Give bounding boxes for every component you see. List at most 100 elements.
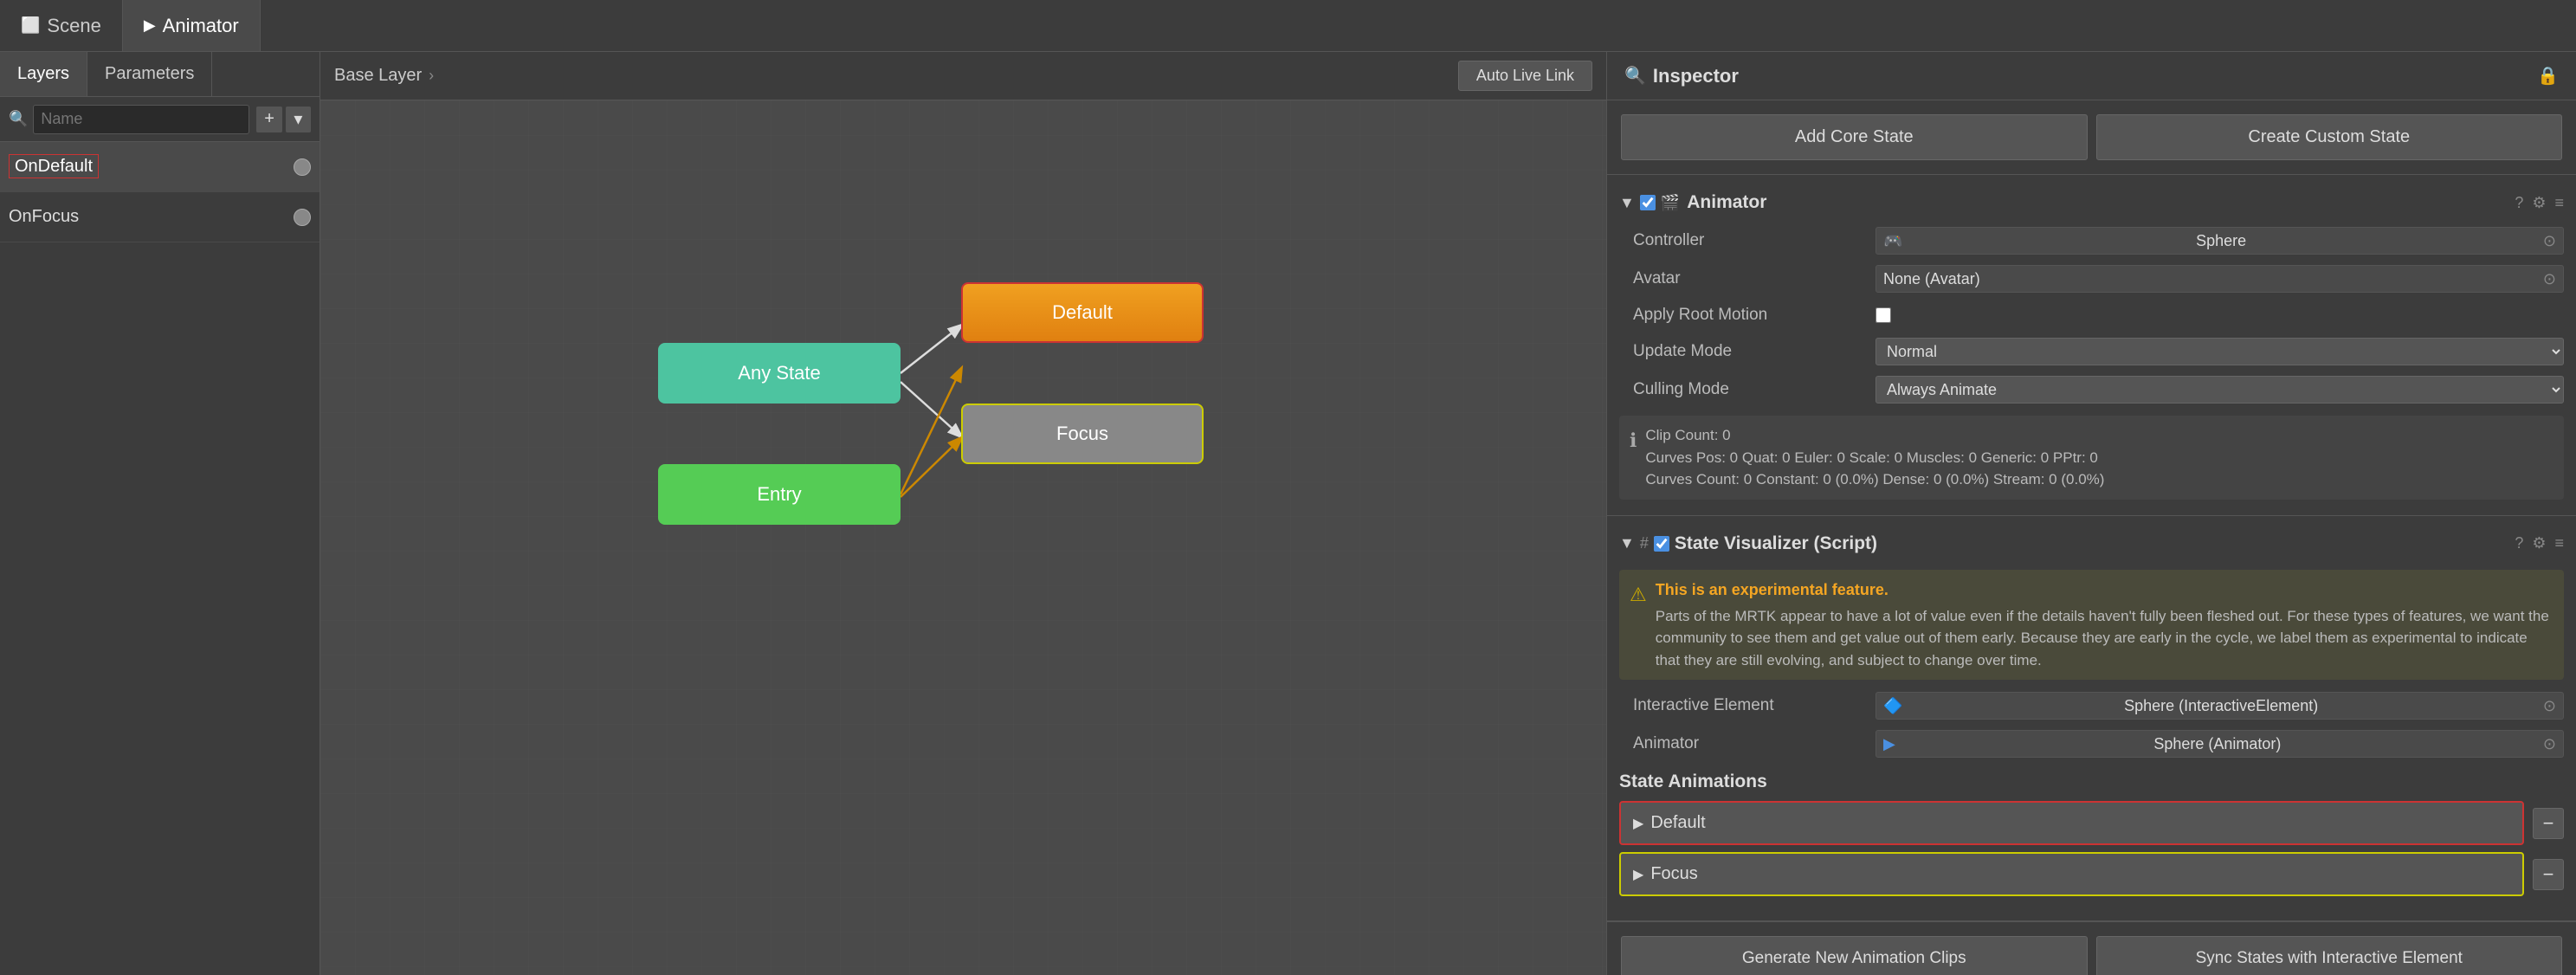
- settings-icon: ⚙: [2532, 194, 2546, 212]
- apply-root-motion-prop: Apply Root Motion: [1607, 298, 2576, 333]
- inspector-title: Inspector: [1653, 65, 1739, 87]
- center-panel: Base Layer › Auto Live Link: [320, 52, 1606, 975]
- controller-prop: Controller 🎮 Sphere ⊙: [1607, 222, 2576, 260]
- sv-more-icon: ≡: [2554, 534, 2564, 552]
- state-visualizer-component-name: State Visualizer (Script): [1675, 533, 2515, 554]
- sv-animator-prop: Animator ▶ Sphere (Animator) ⊙: [1607, 725, 2576, 763]
- state-visualizer-section: ▼ # State Visualizer (Script) ? ⚙ ≡ ⚠ Th…: [1607, 516, 2576, 922]
- culling-mode-prop: Culling Mode Always Animate: [1607, 371, 2576, 409]
- update-mode-prop: Update Mode Normal: [1607, 333, 2576, 371]
- sv-settings-icon: ⚙: [2532, 534, 2546, 552]
- info-line3: Curves Count: 0 Constant: 0 (0.0%) Dense…: [1645, 468, 2104, 491]
- info-line2: Curves Pos: 0 Quat: 0 Euler: 0 Scale: 0 …: [1645, 447, 2104, 469]
- sync-states-button[interactable]: Sync States with Interactive Element: [2096, 936, 2563, 975]
- controller-icon: 🎮: [1883, 232, 1902, 250]
- default-expand-arrow: ▶: [1633, 815, 1643, 832]
- tab-animator[interactable]: ▶ Animator: [123, 0, 261, 51]
- default-anim-label: Default: [1650, 813, 1705, 833]
- state-visualizer-header[interactable]: ▼ # State Visualizer (Script) ? ⚙ ≡: [1607, 525, 2576, 563]
- add-core-state-button[interactable]: Add Core State: [1621, 114, 2088, 160]
- controller-link-icon: ⊙: [2543, 232, 2556, 250]
- animator-section: ▼ 🎬 Animator ? ⚙ ≡ Controller 🎮 Sphere: [1607, 175, 2576, 516]
- auto-live-link-button[interactable]: Auto Live Link: [1458, 61, 1592, 91]
- experimental-title: This is an experimental feature.: [1656, 578, 2553, 602]
- tab-scene-label: Scene: [47, 15, 100, 37]
- node-any-state[interactable]: Any State: [658, 343, 901, 404]
- search-bar: 🔍 + ▾: [0, 97, 320, 142]
- node-focus-label: Focus: [1056, 423, 1108, 445]
- sv-animator-field[interactable]: ▶ Sphere (Animator) ⊙: [1876, 730, 2564, 758]
- ie-name: Sphere (InteractiveElement): [2124, 697, 2318, 715]
- experimental-content: This is an experimental feature. Parts o…: [1656, 578, 2553, 672]
- animator-info-box: ℹ Clip Count: 0 Curves Pos: 0 Quat: 0 Eu…: [1619, 416, 2564, 500]
- options-button[interactable]: ▾: [286, 107, 311, 132]
- remove-focus-button[interactable]: −: [2533, 859, 2564, 890]
- update-mode-value: Normal: [1876, 338, 2564, 365]
- generate-clips-button[interactable]: Generate New Animation Clips: [1621, 936, 2088, 975]
- layers-tab-label: Layers: [17, 64, 69, 84]
- focus-anim-label: Focus: [1650, 864, 1697, 884]
- node-any-state-label: Any State: [738, 362, 820, 384]
- interactive-element-field[interactable]: 🔷 Sphere (InteractiveElement) ⊙: [1876, 692, 2564, 720]
- animator-component-name: Animator: [1687, 192, 2515, 213]
- add-layer-button[interactable]: +: [256, 107, 281, 132]
- avatar-name: None (Avatar): [1883, 270, 1980, 288]
- layer-item-onfocus[interactable]: OnFocus: [0, 192, 320, 242]
- node-entry-label: Entry: [757, 483, 801, 506]
- animator-component-icon: 🎬: [1661, 194, 1680, 212]
- lock-icon: 🔒: [2537, 65, 2559, 87]
- state-animations-label: State Animations: [1619, 772, 2564, 792]
- breadcrumb: Base Layer: [334, 66, 422, 86]
- node-default[interactable]: Default: [961, 282, 1204, 343]
- culling-mode-select[interactable]: Always Animate: [1876, 376, 2564, 404]
- search-input[interactable]: [33, 105, 249, 134]
- state-visualizer-enabled-checkbox[interactable]: [1654, 536, 1669, 552]
- layer-ondefault-weight: [294, 158, 311, 176]
- tab-scene[interactable]: ⬜ Scene: [0, 0, 123, 51]
- animator-menu-icons: ? ⚙ ≡: [2515, 194, 2564, 212]
- controller-field[interactable]: 🎮 Sphere ⊙: [1876, 227, 2564, 255]
- more-icon: ≡: [2554, 194, 2564, 212]
- tab-animator-label: Animator: [163, 15, 239, 37]
- focus-expand-arrow: ▶: [1633, 866, 1643, 883]
- layer-item-ondefault[interactable]: OnDefault: [0, 142, 320, 192]
- interactive-element-value: 🔷 Sphere (InteractiveElement) ⊙: [1876, 692, 2564, 720]
- update-mode-label: Update Mode: [1633, 342, 1876, 361]
- experimental-text: Parts of the MRTK appear to have a lot o…: [1656, 605, 2553, 672]
- layer-onfocus-weight: [294, 209, 311, 226]
- state-anim-row-focus: ▶ Focus −: [1619, 852, 2564, 896]
- inspector-icon: 🔍: [1624, 65, 1646, 87]
- animator-enabled-checkbox[interactable]: [1640, 195, 1656, 210]
- left-panel-tabs: Layers Parameters: [0, 52, 320, 97]
- layers-tab[interactable]: Layers: [0, 52, 87, 96]
- state-anim-default[interactable]: ▶ Default: [1619, 801, 2524, 845]
- ie-link-icon: ⊙: [2543, 697, 2556, 715]
- animator-collapse-arrow: ▼: [1619, 194, 1635, 212]
- apply-root-motion-checkbox[interactable]: [1876, 307, 1891, 323]
- remove-default-button[interactable]: −: [2533, 808, 2564, 839]
- info-line1: Clip Count: 0: [1645, 424, 2104, 447]
- help-icon: ?: [2515, 194, 2523, 212]
- node-focus[interactable]: Focus: [961, 404, 1204, 464]
- controller-name: Sphere: [2196, 232, 2246, 250]
- create-custom-state-button[interactable]: Create Custom State: [2096, 114, 2563, 160]
- state-animations-section: State Animations ▶ Default − ▶ Focus −: [1607, 763, 2576, 912]
- avatar-field[interactable]: None (Avatar) ⊙: [1876, 265, 2564, 293]
- animator-header[interactable]: ▼ 🎬 Animator ? ⚙ ≡: [1607, 184, 2576, 222]
- update-mode-select[interactable]: Normal: [1876, 338, 2564, 365]
- controller-label: Controller: [1633, 231, 1876, 250]
- experimental-warning-box: ⚠ This is an experimental feature. Parts…: [1619, 570, 2564, 681]
- state-visualizer-menu-icons: ? ⚙ ≡: [2515, 534, 2564, 552]
- parameters-tab[interactable]: Parameters: [87, 52, 212, 96]
- controller-value: 🎮 Sphere ⊙: [1876, 227, 2564, 255]
- state-anim-focus[interactable]: ▶ Focus: [1619, 852, 2524, 896]
- graph-area[interactable]: Any State Entry Default Focus: [320, 100, 1606, 975]
- center-toolbar: Base Layer › Auto Live Link: [320, 52, 1606, 100]
- apply-root-motion-value: [1876, 307, 2564, 323]
- animator-icon: ▶: [144, 16, 156, 35]
- sv-help-icon: ?: [2515, 534, 2523, 552]
- info-icon: ℹ: [1630, 426, 1637, 491]
- interactive-element-label: Interactive Element: [1633, 696, 1876, 715]
- hash-icon: #: [1640, 534, 1649, 552]
- node-entry[interactable]: Entry: [658, 464, 901, 525]
